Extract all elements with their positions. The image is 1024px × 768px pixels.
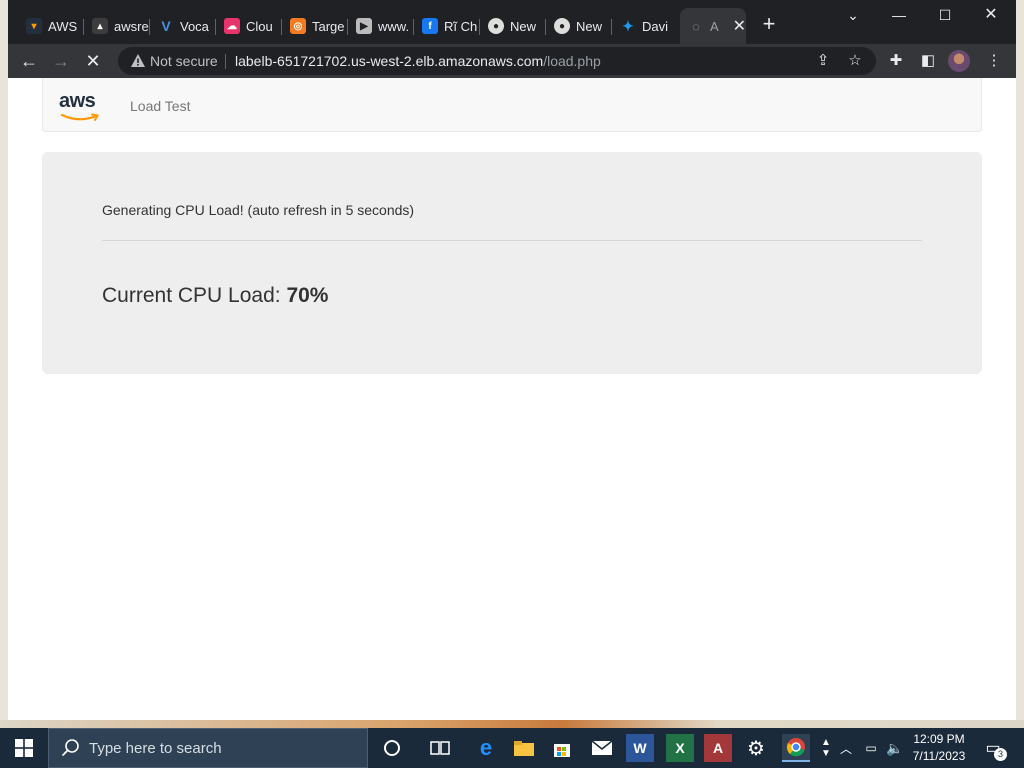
side-panel-icon[interactable]: ◧ (918, 51, 938, 71)
volume-icon[interactable]: 🔈 (884, 728, 906, 768)
tab-label: Voca (180, 18, 209, 34)
url-host: labelb-651721702.us-west-2.elb.amazonaws… (235, 53, 544, 69)
tab-label: Rĩ Ch (444, 18, 478, 34)
show-hidden-icons-chevron-icon[interactable]: ︿ (836, 728, 856, 768)
youtube-tab-icon: ▶ (356, 18, 372, 34)
address-bar[interactable]: Not secure labelb-651721702.us-west-2.el… (118, 47, 876, 75)
system-clock[interactable]: 12:09 PM 7/11/2023 (906, 731, 972, 765)
browser-toolbar: ← → ✕ Not secure labelb-651721702.us-wes… (8, 44, 1016, 78)
tab-new-2[interactable]: ● New (546, 11, 612, 41)
more-menu-icon[interactable]: ⋮ (984, 51, 1004, 71)
share-icon[interactable]: ⇪ (814, 52, 832, 70)
url-text[interactable]: labelb-651721702.us-west-2.elb.amazonaws… (235, 53, 601, 69)
minimize-button[interactable]: — (876, 4, 922, 28)
bookmark-star-icon[interactable]: ☆ (846, 52, 864, 70)
loading-tab-icon: ◌ (692, 18, 700, 34)
web-page: aws Load Test Generating CPU Load! (auto… (8, 78, 1016, 720)
aws-logo[interactable]: aws (59, 90, 103, 122)
cpu-load-value: 70% (286, 284, 329, 307)
windows-logo-icon (15, 739, 33, 757)
extensions-puzzle-icon[interactable]: ✚ (886, 51, 906, 71)
tab-label: Clou (246, 18, 273, 34)
cpu-load-readout: Current CPU Load: 70% (102, 284, 328, 308)
generating-load-text: Generating CPU Load! (auto refresh in 5 … (102, 202, 415, 218)
chrome-tab-icon: ● (554, 18, 570, 34)
tab-label: Targe (312, 18, 345, 34)
close-tab-icon[interactable]: ✕ (733, 16, 746, 36)
target-tab-icon: ◎ (290, 18, 306, 34)
cpu-load-label: Current CPU Load: (102, 284, 281, 307)
back-arrow-icon[interactable]: ← (18, 50, 40, 72)
settings-gear-icon[interactable]: ⚙ (742, 734, 770, 762)
tab-target[interactable]: ◎ Targe (282, 11, 348, 41)
aws-logo-text: aws (59, 90, 96, 112)
task-view-icon[interactable] (426, 734, 454, 762)
twitter-tab-icon: ✦ (622, 17, 634, 34)
desktop-edge-left (0, 0, 8, 728)
taskbar-scroll-arrows[interactable]: ▲ ▼ (818, 728, 834, 768)
mail-icon[interactable] (588, 734, 616, 762)
search-placeholder: Type here to search (89, 740, 222, 757)
tab-voca[interactable]: V Voca (150, 11, 216, 41)
store-icon[interactable] (548, 734, 576, 762)
tab-awsre[interactable]: ▴ awsre (84, 11, 150, 41)
tab-facebook[interactable]: f Rĩ Ch (414, 11, 480, 41)
warning-icon[interactable] (130, 53, 146, 69)
browser-window: ▾ AWS ▴ awsre V Voca ☁ Clou ◎ Targe ▶ ww… (8, 0, 1016, 720)
desktop-wallpaper-strip (0, 720, 1024, 728)
tab-label: www. (378, 18, 410, 34)
tab-strip: ▾ AWS ▴ awsre V Voca ☁ Clou ◎ Targe ▶ ww… (8, 0, 1016, 44)
cloud-tab-icon: ☁ (224, 18, 240, 34)
v-tab-icon: V (161, 18, 171, 34)
new-tab-button[interactable]: + (758, 13, 780, 37)
tab-label: awsre (114, 18, 149, 34)
aws-tab-icon: ▾ (26, 18, 42, 34)
tab-aws[interactable]: ▾ AWS (18, 11, 84, 41)
tab-active-loading[interactable]: ◌ A ✕ (680, 8, 746, 44)
maximize-button[interactable]: ☐ (922, 4, 968, 28)
file-explorer-icon[interactable] (510, 734, 538, 762)
clock-date: 7/11/2023 (912, 749, 966, 763)
chrome-tab-icon: ● (488, 18, 504, 34)
excel-icon[interactable]: X (666, 734, 694, 762)
stop-loading-icon[interactable]: ✕ (82, 50, 104, 72)
forward-arrow-icon[interactable]: → (50, 50, 72, 72)
chevron-down-icon[interactable]: ⌄ (830, 4, 876, 28)
not-secure-label[interactable]: Not secure (150, 53, 218, 69)
divider (102, 240, 922, 241)
tab-www[interactable]: ▶ www. (348, 11, 414, 41)
aws-smile-icon (60, 113, 100, 121)
taskbar-search[interactable]: Type here to search (48, 728, 368, 768)
site-navbar: aws Load Test (42, 78, 982, 132)
tab-label: AWS (48, 18, 78, 34)
load-panel: Generating CPU Load! (auto refresh in 5 … (42, 152, 982, 374)
facebook-tab-icon: f (422, 18, 438, 34)
tab-label: A (710, 18, 719, 34)
cortana-icon[interactable] (378, 734, 406, 762)
access-icon[interactable]: A (704, 734, 732, 762)
chrome-taskbar-icon[interactable] (782, 734, 810, 762)
search-icon (61, 739, 79, 757)
tab-twitter[interactable]: ✦ Davi (612, 11, 678, 41)
tab-label: New (510, 18, 537, 34)
tab-label: New (576, 18, 603, 34)
notification-count: 3 (994, 748, 1007, 761)
word-icon[interactable]: W (626, 734, 654, 762)
notification-center-button[interactable]: ▭ 3 (978, 728, 1008, 768)
tab-cloud[interactable]: ☁ Clou (216, 11, 282, 41)
nav-title[interactable]: Load Test (130, 98, 190, 114)
profile-avatar[interactable] (948, 50, 970, 72)
desktop-edge-right (1016, 0, 1024, 728)
clock-time: 12:09 PM (913, 732, 965, 746)
start-button[interactable] (0, 728, 48, 768)
windows-taskbar: Type here to search e W X A ⚙ ▲ ▼ ︿ ▭ 🔈 1… (0, 728, 1024, 768)
close-window-button[interactable]: ✕ (968, 4, 1014, 28)
tab-new-1[interactable]: ● New (480, 11, 546, 41)
url-path: /load.php (543, 53, 601, 69)
edge-icon[interactable]: e (472, 734, 500, 762)
tab-label: Davi (642, 18, 669, 34)
aws-re-tab-icon: ▴ (92, 18, 108, 34)
battery-icon[interactable]: ▭ (860, 728, 882, 768)
